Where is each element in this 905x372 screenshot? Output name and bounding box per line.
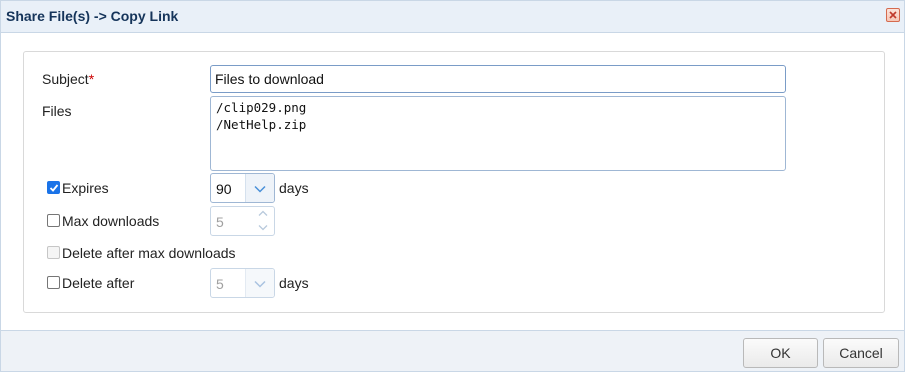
- spin-down-icon[interactable]: [258, 224, 268, 231]
- max-downloads-value: 5: [216, 214, 224, 230]
- max-downloads-spinner[interactable]: 5: [210, 206, 275, 236]
- expires-days-value: 90: [216, 181, 232, 197]
- required-marker: *: [88, 71, 95, 87]
- expires-unit-label: days: [279, 180, 309, 196]
- dialog-footer: OK Cancel: [1, 330, 904, 371]
- chevron-down-icon: [254, 280, 266, 288]
- subject-label: Subject*: [42, 71, 95, 87]
- delete-after-label: Delete after: [62, 275, 135, 291]
- share-copy-link-dialog: Share File(s) -> Copy Link Subject* File…: [0, 0, 905, 372]
- chevron-down-icon: [254, 185, 266, 193]
- file-line: /clip029.png: [216, 100, 307, 115]
- max-downloads-checkbox[interactable]: [47, 214, 60, 227]
- delete-after-checkbox[interactable]: [47, 276, 60, 289]
- dialog-title: Share File(s) -> Copy Link: [6, 8, 179, 24]
- subject-input[interactable]: Files to download: [210, 65, 786, 93]
- files-textarea[interactable]: /clip029.png /NetHelp.zip: [210, 96, 786, 171]
- delete-after-max-checkbox[interactable]: [47, 246, 60, 259]
- delete-after-days-value: 5: [216, 276, 224, 292]
- file-line: /NetHelp.zip: [216, 117, 307, 132]
- cancel-button[interactable]: Cancel: [823, 338, 899, 368]
- expires-days-combo[interactable]: 90: [210, 173, 275, 203]
- close-button[interactable]: [886, 8, 900, 22]
- delete-after-dropdown-toggle[interactable]: [245, 269, 274, 297]
- delete-after-max-label: Delete after max downloads: [62, 245, 236, 261]
- ok-button[interactable]: OK: [743, 338, 818, 368]
- dialog-titlebar[interactable]: Share File(s) -> Copy Link: [1, 1, 904, 33]
- expires-checkbox[interactable]: [47, 181, 60, 194]
- expires-label: Expires: [62, 180, 109, 196]
- files-label: Files: [42, 103, 72, 119]
- delete-after-unit-label: days: [279, 275, 309, 291]
- max-downloads-label: Max downloads: [62, 213, 160, 229]
- close-icon: [889, 11, 897, 19]
- delete-after-days-combo[interactable]: 5: [210, 268, 275, 298]
- checkmark-icon: [49, 184, 59, 192]
- expires-dropdown-toggle[interactable]: [245, 174, 274, 202]
- spin-up-icon[interactable]: [258, 210, 268, 217]
